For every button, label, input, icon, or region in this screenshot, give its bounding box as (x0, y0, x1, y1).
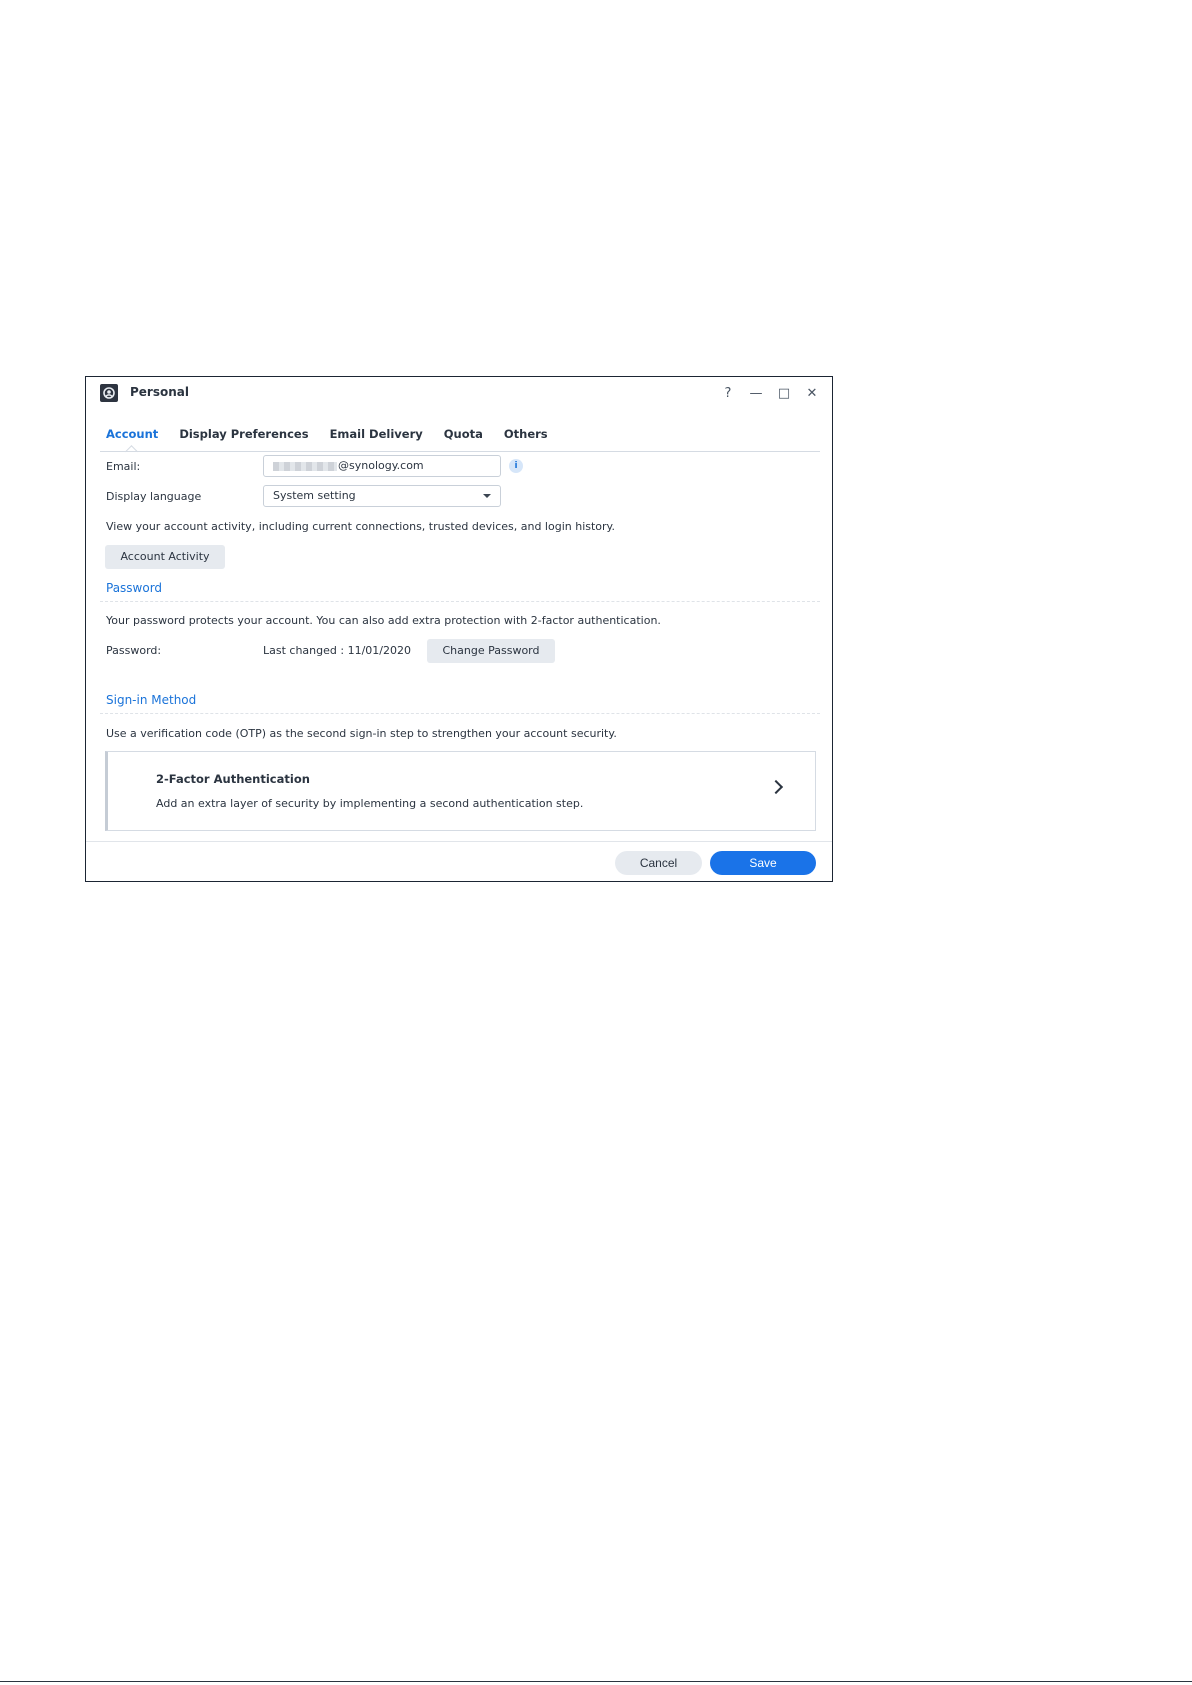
email-field[interactable]: @synology.com (263, 455, 501, 477)
signin-section-divider (100, 713, 820, 714)
password-last-changed: Last changed : 11/01/2020 (263, 644, 411, 657)
change-password-button[interactable]: Change Password (427, 639, 555, 663)
window-controls: ? — □ ✕ (718, 383, 822, 403)
personal-app-icon (100, 384, 118, 402)
signin-method-description: Use a verification code (OTP) as the sec… (106, 727, 617, 740)
tab-others[interactable]: Others (504, 427, 548, 441)
tab-account-label: Account (106, 427, 159, 441)
page-bottom-rule (0, 1681, 1192, 1682)
tab-quota[interactable]: Quota (444, 427, 483, 441)
password-section-divider (100, 601, 820, 602)
page: Personal ? — □ ✕ Account Display Prefere… (0, 0, 1192, 1685)
close-icon[interactable]: ✕ (802, 383, 822, 403)
password-section-title: Password (106, 581, 163, 595)
display-language-select[interactable]: System setting (263, 485, 501, 507)
redacted-email-username (273, 461, 337, 471)
tab-account[interactable]: Account (106, 427, 159, 458)
footer-divider (86, 841, 832, 842)
two-factor-auth-card[interactable]: 2-Factor Authentication Add an extra lay… (105, 751, 816, 831)
tab-email-delivery[interactable]: Email Delivery (330, 427, 423, 441)
cancel-button[interactable]: Cancel (615, 851, 702, 875)
password-label: Password: (106, 644, 162, 657)
account-activity-button[interactable]: Account Activity (105, 545, 225, 569)
display-language-label: Display language (106, 490, 202, 503)
personal-window: Personal ? — □ ✕ Account Display Prefere… (85, 376, 833, 882)
password-description: Your password protects your account. You… (106, 614, 661, 627)
minimize-icon[interactable]: — (746, 383, 766, 403)
tab-display-preferences[interactable]: Display Preferences (179, 427, 308, 441)
dropdown-caret-icon (483, 494, 491, 498)
email-domain: @synology.com (338, 459, 424, 472)
display-language-value: System setting (273, 489, 356, 502)
info-icon[interactable]: i (509, 459, 523, 473)
chevron-right-icon[interactable] (768, 779, 784, 795)
title-bar[interactable]: Personal ? — □ ✕ (86, 377, 832, 411)
help-icon[interactable]: ? (718, 383, 738, 403)
save-button[interactable]: Save (710, 851, 816, 875)
tab-divider (100, 451, 820, 452)
two-factor-auth-description: Add an extra layer of security by implem… (156, 797, 584, 810)
tab-bar: Account Display Preferences Email Delive… (106, 427, 548, 458)
maximize-icon[interactable]: □ (774, 383, 794, 403)
window-title: Personal (130, 385, 189, 399)
two-factor-auth-title: 2-Factor Authentication (156, 772, 310, 786)
signin-method-section-title: Sign-in Method (106, 693, 197, 707)
email-label: Email: (106, 460, 141, 473)
account-activity-description: View your account activity, including cu… (106, 520, 615, 533)
